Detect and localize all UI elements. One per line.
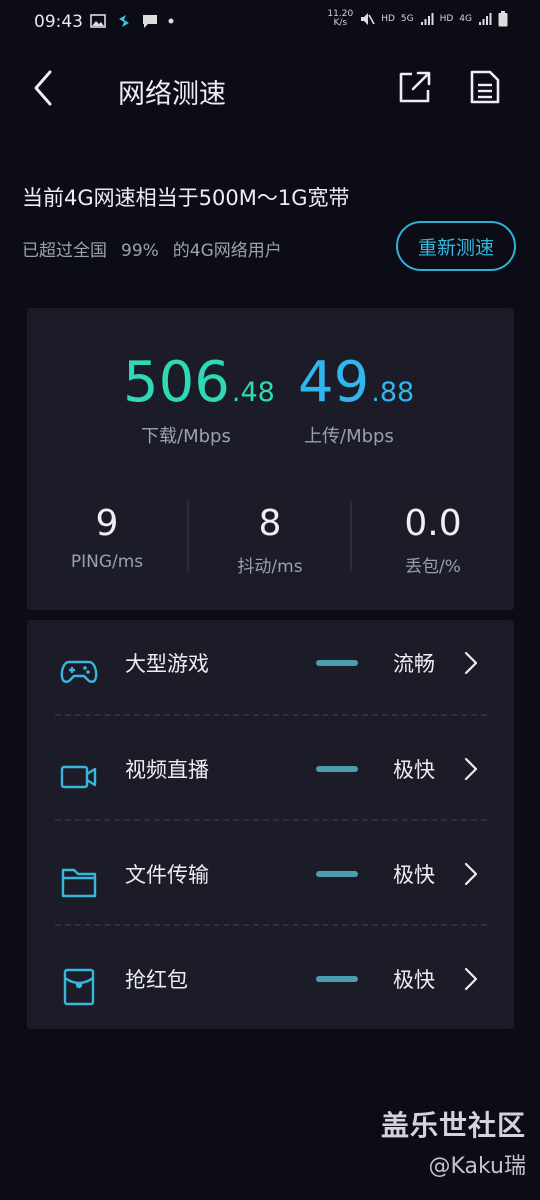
hd-label-2: HD [439,14,454,24]
page-title: 网络测速 [118,79,226,110]
scenario-level-bar [316,976,358,982]
watermark-author: @Kaku瑞 [428,1154,526,1179]
download-speed: 506.48 [123,350,275,415]
result-card: 506.48 下载/Mbps 49.88 上传/Mbps 9 PING/ms 8… [27,308,514,610]
stat-divider [350,501,352,571]
scenario-status: 极快 [393,968,435,992]
scenario-level-bar [316,660,358,666]
scenario-status: 流畅 [393,652,435,676]
back-arrow-icon[interactable] [28,68,58,108]
percentile-value: 99% [121,241,159,261]
red-packet-icon [63,968,95,1006]
status-right: 11.20 K/s HD 5G HD 4G [327,10,508,28]
share-icon[interactable] [396,68,434,106]
scenario-status: 极快 [393,863,435,887]
status-time: 09:43 [34,12,83,32]
signal-icon [420,13,434,25]
gamepad-icon [60,660,98,683]
chevron-right-icon [464,967,478,991]
notification-icons [90,13,174,29]
download-label: 下载/Mbps [141,426,231,447]
scenario-label: 视频直播 [125,758,209,782]
message-icon [143,14,157,28]
network-type: 5G [400,14,414,24]
scenario-row-file-transfer[interactable]: 文件传输 极快 [27,831,514,936]
chevron-right-icon [464,862,478,886]
row-separator [55,819,487,821]
gallery-icon [90,14,106,28]
mute-icon [361,13,375,25]
retest-button[interactable]: 重新测速 [396,221,516,271]
scenario-status: 极快 [393,758,435,782]
scenario-row-red-packet[interactable]: 抢红包 极快 [27,936,514,1041]
scenario-label: 抢红包 [125,968,188,992]
scenario-label: 大型游戏 [125,652,209,676]
jitter-stat: 8 抖动/ms [237,503,303,577]
video-camera-icon [60,765,97,789]
signal-icon-2 [479,13,492,25]
document-icon[interactable] [466,68,504,106]
net-speed: 11.20 K/s [327,9,354,28]
ping-stat: 9 PING/ms [70,503,144,572]
packet-loss-stat: 0.0 丢包/% [404,503,462,577]
scenario-row-gaming[interactable]: 大型游戏 流畅 [27,620,514,725]
stat-divider [187,501,189,571]
row-separator [55,714,487,716]
scenario-list: 大型游戏 流畅 视频直播 极快 文件传输 极快 抢红包 极快 [27,620,514,1029]
app-header: 网络测速 [0,52,540,122]
scenario-level-bar [316,766,358,772]
percentile-text: 已超过全国 99% 的4G网络用户 [22,241,282,261]
folder-icon [61,868,97,898]
watermark-community: 盖乐世社区 [380,1109,526,1142]
chevron-right-icon [464,651,478,675]
row-separator [55,924,487,926]
chevron-right-icon [464,757,478,781]
scenario-label: 文件传输 [125,863,209,887]
scenario-level-bar [316,871,358,877]
status-bar: 09:43 11.20 K/s HD 5G HD 4G [0,0,540,44]
upload-label: 上传/Mbps [304,426,394,447]
scenario-row-live-video[interactable]: 视频直播 极快 [27,726,514,831]
more-dot-icon [168,18,174,24]
speed-summary: 当前4G网速相当于500M～1G宽带 [22,186,350,210]
battery-icon [498,11,508,27]
flash-share-icon [119,15,129,27]
hd-label: HD [381,14,395,24]
network-type-2: 4G [459,14,472,24]
upload-speed: 49.88 [298,350,415,415]
